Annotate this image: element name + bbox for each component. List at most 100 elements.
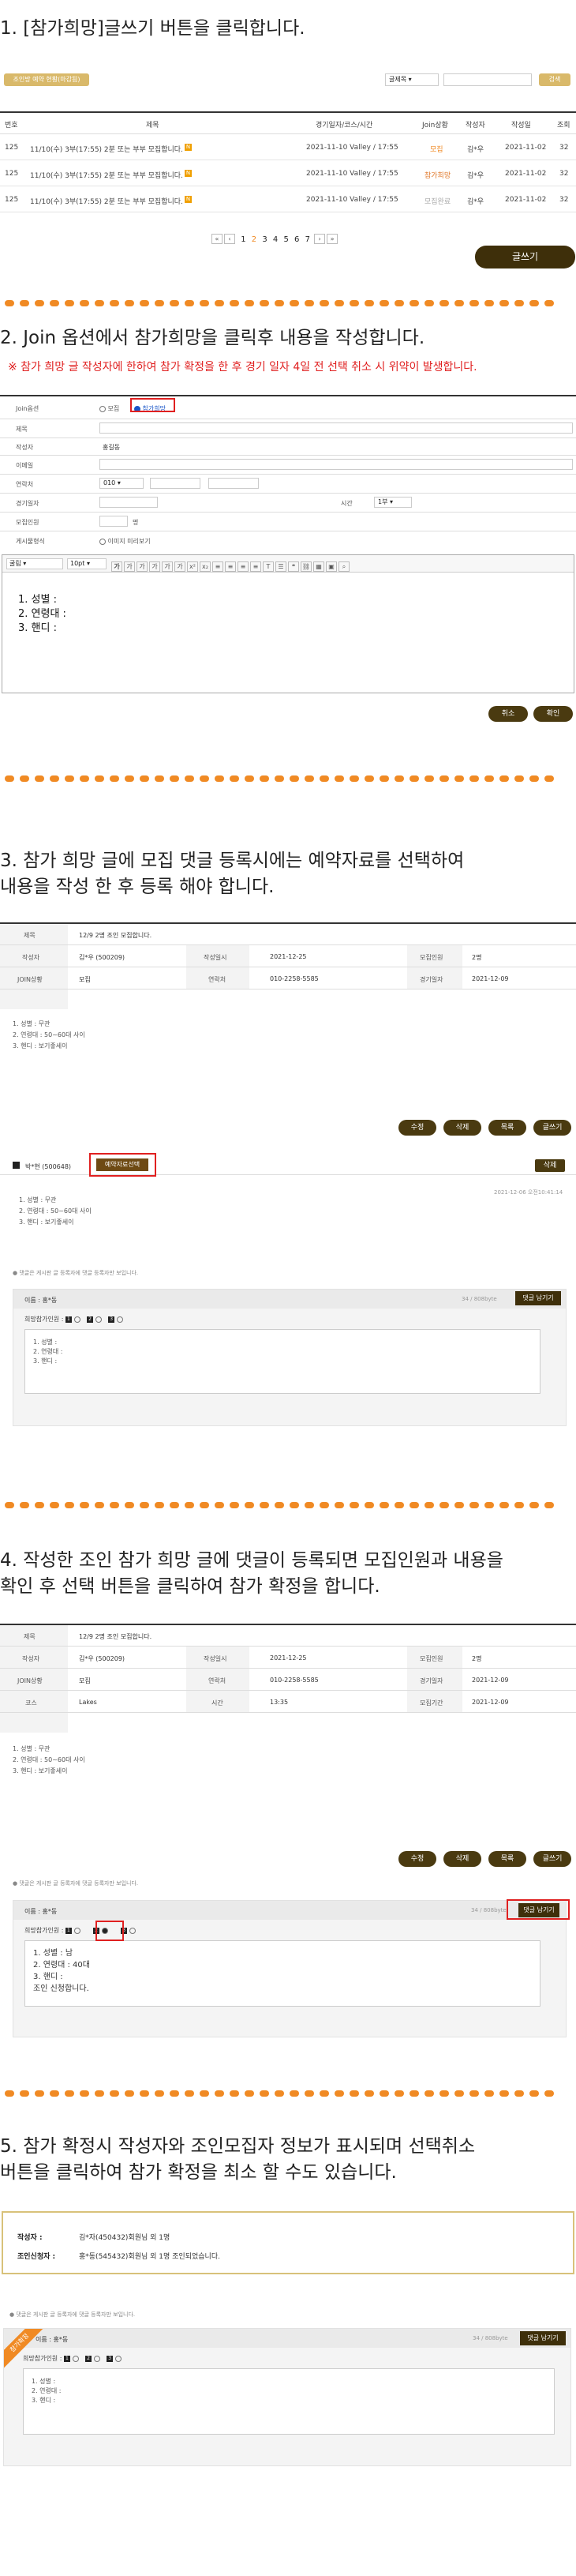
s3-heading-2: 내용을 작성 한 후 등록 해야 합니다. xyxy=(0,877,275,897)
superscript-icon[interactable]: x² xyxy=(187,561,198,572)
radio-recruit[interactable]: 모집 xyxy=(99,404,119,413)
pick-1-radio[interactable] xyxy=(73,1316,80,1323)
align-center-icon[interactable]: ≡ xyxy=(225,561,236,572)
underline-icon[interactable]: 가 xyxy=(124,561,135,572)
comment-delete-button[interactable]: 삭제 xyxy=(535,1159,565,1172)
prev-page-icon[interactable]: ‹ xyxy=(224,234,235,244)
col-info: 경기일자/코스/시간 xyxy=(316,122,373,130)
bold-icon[interactable]: 가 xyxy=(111,561,122,572)
comment-textarea[interactable]: 1. 성별 : 남 2. 연령대 : 40대 3. 핸디 : 조인 신청합니다. xyxy=(24,1940,540,2007)
list-icon[interactable]: ☰ xyxy=(275,561,286,572)
label-people: 모집인원 xyxy=(420,954,443,961)
pick-3-radio[interactable] xyxy=(129,1927,136,1934)
table-icon[interactable]: ▦ xyxy=(313,561,324,572)
editor-body[interactable]: 1. 성별 : 2. 연령대 : 3. 핸디 : xyxy=(18,593,66,636)
size-select[interactable]: 10pt ▾ xyxy=(67,558,107,569)
first-page-icon[interactable]: « xyxy=(211,234,223,244)
pick-2: 2 xyxy=(87,1316,94,1323)
subscript-icon[interactable]: x₂ xyxy=(200,561,211,572)
body-line: 2. 연령대 : 50~60대 사이 xyxy=(13,1756,85,1763)
email-input[interactable] xyxy=(99,459,573,470)
write-button[interactable]: 글쓰기 xyxy=(533,1851,571,1867)
filter-button[interactable]: 조인방 예약 현황(마감됨) xyxy=(4,73,89,86)
join-status-value: 모집 xyxy=(79,1677,91,1684)
comment-textarea[interactable]: 1. 성별 : 2. 연령대 : 3. 핸디 : xyxy=(24,1329,540,1394)
format-checkbox[interactable]: 이미지 미리보기 xyxy=(99,537,151,546)
confirm-button[interactable]: 확인 xyxy=(533,706,573,722)
page-link[interactable]: 3 xyxy=(262,235,267,244)
write-button[interactable]: 글쓰기 xyxy=(475,246,575,268)
pick-3-radio[interactable] xyxy=(116,1316,123,1323)
pick-1-radio[interactable] xyxy=(73,1927,80,1934)
clear-format-icon[interactable]: T xyxy=(263,561,274,572)
label-recruit-period: 모집기간 xyxy=(420,1699,443,1707)
comment-notice: ● 댓글은 게시판 글 등록자에 댓글 등록자만 보입니다. xyxy=(9,2311,136,2318)
align-right-icon[interactable]: ≡ xyxy=(238,561,249,572)
search-field-select[interactable]: 글제목 ▾ xyxy=(385,73,439,86)
edit-button[interactable]: 수정 xyxy=(398,1851,436,1867)
font-color-icon[interactable]: 가 xyxy=(162,561,173,572)
link-icon[interactable]: ⛓ xyxy=(301,561,312,572)
page-link[interactable]: 1 xyxy=(241,235,245,244)
delete-button[interactable]: 삭제 xyxy=(443,1120,481,1136)
page-link[interactable]: 5 xyxy=(283,235,288,244)
title-input[interactable] xyxy=(99,422,573,434)
search-input[interactable] xyxy=(443,73,532,86)
commenter-label: 이름 : 홍*동 xyxy=(36,2336,69,2343)
label-author: 작성자 xyxy=(22,1655,40,1662)
page-link[interactable]: 4 xyxy=(273,235,278,244)
write-button[interactable]: 글쓰기 xyxy=(533,1120,571,1136)
cancel-button[interactable]: 취소 xyxy=(488,706,528,722)
pick-2-radio[interactable] xyxy=(95,1316,102,1323)
italic-icon[interactable]: 가 xyxy=(137,561,148,572)
reply-button[interactable]: 댓글 남기기 xyxy=(520,2331,566,2345)
course-value: Lakes xyxy=(79,1699,97,1706)
game-date-value: 2021-12-09 xyxy=(472,975,509,982)
pick-1-radio[interactable] xyxy=(72,2355,79,2362)
search-button[interactable]: 검색 xyxy=(539,73,570,86)
time-select[interactable]: 1부 ▾ xyxy=(374,497,412,508)
list-button[interactable]: 목록 xyxy=(488,1851,526,1867)
table-row[interactable]: 125 11/10(수) 3부(17:55) 2분 또는 부부 모집합니다. N… xyxy=(0,160,576,186)
row-title[interactable]: 11/10(수) 3부(17:55) 2분 또는 부부 모집합니다. xyxy=(30,170,183,180)
label-author: 작성자 xyxy=(22,954,40,961)
page-link-current[interactable]: 2 xyxy=(252,235,256,244)
delete-button[interactable]: 삭제 xyxy=(443,1851,481,1867)
table-row[interactable]: 125 11/10(수) 3부(17:55) 2분 또는 부부 모집합니다. N… xyxy=(0,134,576,160)
highlight-icon[interactable]: 가 xyxy=(174,561,185,572)
row-date: 2021-11-02 xyxy=(505,144,547,152)
label-email: 이메일 xyxy=(16,462,34,469)
page-link[interactable]: 7 xyxy=(305,235,310,244)
image-icon[interactable]: ▣ xyxy=(326,561,337,572)
comment-textarea[interactable]: 1. 성별 : 2. 연령대 : 3. 핸디 : xyxy=(23,2368,555,2435)
reply-button[interactable]: 댓글 남기기 xyxy=(515,1291,561,1305)
search-icon[interactable]: ⌕ xyxy=(338,561,350,572)
align-justify-icon[interactable]: ≡ xyxy=(250,561,261,572)
body-line: 1. 성별 : 무관 xyxy=(13,1020,50,1027)
new-badge-icon: N xyxy=(185,196,192,203)
date-input[interactable] xyxy=(99,497,158,508)
s1-heading: 1. [참가희망]글쓰기 버튼을 클릭합니다. xyxy=(0,18,305,39)
list-button[interactable]: 목록 xyxy=(488,1120,526,1136)
page-link[interactable]: 6 xyxy=(294,235,299,244)
section-divider xyxy=(5,1496,571,1508)
phone-mid-input[interactable] xyxy=(150,478,200,489)
table-row[interactable]: 125 11/10(수) 3부(17:55) 2분 또는 부부 모집합니다. N… xyxy=(0,186,576,212)
pick-2-radio[interactable] xyxy=(93,2355,100,2362)
font-value: 굴림 xyxy=(9,560,21,567)
next-page-icon[interactable]: › xyxy=(314,234,326,244)
label-title: 제목 xyxy=(16,426,28,433)
edit-button[interactable]: 수정 xyxy=(398,1120,436,1136)
align-left-icon[interactable]: ≡ xyxy=(212,561,223,572)
people-input[interactable] xyxy=(99,516,128,527)
phone-prefix-select[interactable]: 010 ▾ xyxy=(99,478,144,489)
font-select[interactable]: 굴림 ▾ xyxy=(6,558,63,569)
last-page-icon[interactable]: » xyxy=(327,234,338,244)
quote-icon[interactable]: ❝ xyxy=(288,561,299,572)
phone-last-input[interactable] xyxy=(208,478,259,489)
strike-icon[interactable]: 가 xyxy=(149,561,160,572)
row-title[interactable]: 11/10(수) 3부(17:55) 2분 또는 부부 모집합니다. xyxy=(30,196,183,206)
pick-3-radio[interactable] xyxy=(114,2355,122,2362)
label-title: 제목 xyxy=(24,1633,36,1640)
row-title[interactable]: 11/10(수) 3부(17:55) 2분 또는 부부 모집합니다. xyxy=(30,144,183,154)
